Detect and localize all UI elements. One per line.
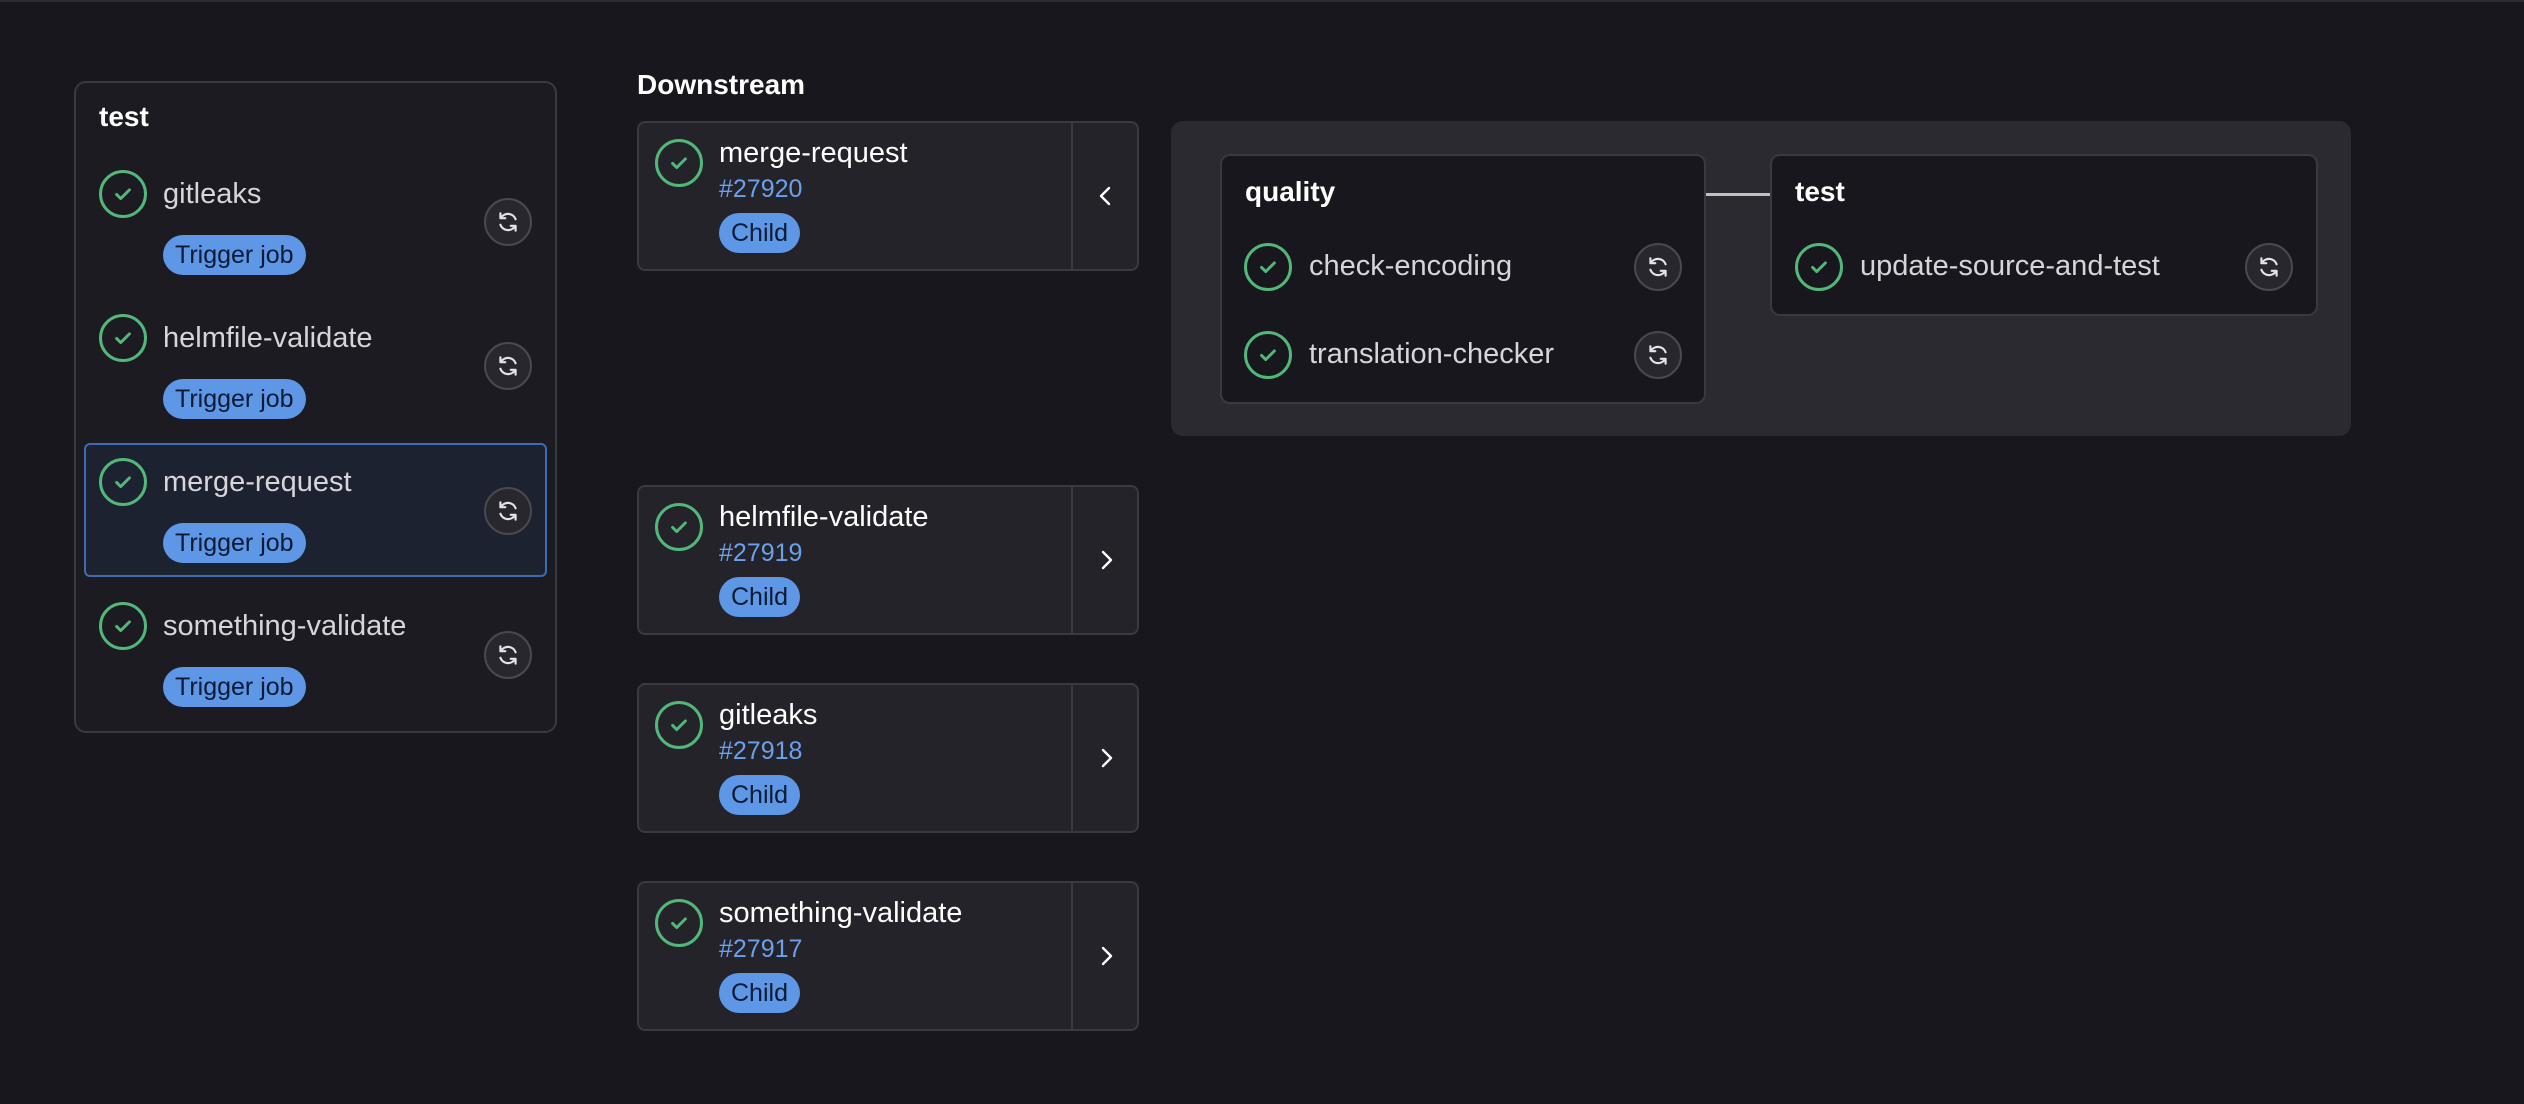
retry-icon: [499, 212, 517, 232]
trigger-job-badge: Trigger job: [163, 523, 306, 563]
expand-pipeline-button[interactable]: [1073, 487, 1139, 633]
downstream-pipeline-id-link[interactable]: #27917: [719, 935, 802, 964]
chevron-right-icon: [1101, 748, 1113, 768]
status-success-icon: [1795, 243, 1843, 291]
downstream-pipeline-id-link[interactable]: #27918: [719, 737, 802, 766]
stage-connector: [1706, 193, 1770, 196]
job-name[interactable]: something-validate: [163, 610, 406, 643]
status-success-icon: [99, 458, 147, 506]
job-name[interactable]: helmfile-validate: [163, 322, 373, 355]
chevron-left-icon: [1099, 186, 1111, 206]
job-name[interactable]: translation-checker: [1309, 338, 1554, 371]
expand-pipeline-button[interactable]: [1073, 883, 1139, 1029]
job-name[interactable]: gitleaks: [163, 178, 261, 211]
downstream-heading: Downstream: [637, 69, 806, 100]
retry-button[interactable]: [1634, 243, 1682, 291]
retry-icon: [499, 356, 517, 376]
job-name[interactable]: check-encoding: [1309, 250, 1512, 283]
retry-icon: [2260, 257, 2278, 277]
retry-icon: [1649, 257, 1667, 277]
status-success-icon: [1244, 243, 1292, 291]
retry-icon: [1649, 345, 1667, 365]
retry-button[interactable]: [1634, 331, 1682, 379]
selected-job-highlight: [84, 443, 547, 577]
trigger-job-badge: Trigger job: [163, 235, 306, 275]
retry-button[interactable]: [2245, 243, 2293, 291]
downstream-pipeline-card: helmfile-validate #27919 Child: [637, 485, 1139, 635]
downstream-pipeline-id-link[interactable]: #27920: [719, 175, 802, 204]
downstream-pipeline-name[interactable]: gitleaks: [719, 699, 817, 732]
status-success-icon: [99, 602, 147, 650]
retry-button[interactable]: [484, 487, 532, 535]
job-name[interactable]: update-source-and-test: [1860, 250, 2160, 283]
job-name[interactable]: merge-request: [163, 466, 352, 499]
stage-title: quality: [1245, 176, 1336, 207]
downstream-pipeline-card: merge-request #27920 Child: [637, 121, 1139, 271]
status-success-icon: [1244, 331, 1292, 379]
downstream-pipeline-card: gitleaks #27918 Child: [637, 683, 1139, 833]
downstream-pipeline-name[interactable]: merge-request: [719, 137, 908, 170]
stage-title: test: [99, 101, 149, 132]
stage-title: test: [1795, 176, 1845, 207]
downstream-pipeline-name[interactable]: something-validate: [719, 897, 962, 930]
child-badge: Child: [719, 775, 800, 815]
retry-button[interactable]: [484, 198, 532, 246]
status-success-icon: [655, 899, 703, 947]
status-success-icon: [655, 139, 703, 187]
child-badge: Child: [719, 577, 800, 617]
downstream-pipeline-card: something-validate #27917 Child: [637, 881, 1139, 1031]
child-badge: Child: [719, 973, 800, 1013]
retry-icon: [499, 645, 517, 665]
retry-button[interactable]: [484, 631, 532, 679]
downstream-pipeline-id-link[interactable]: #27919: [719, 539, 802, 568]
retry-icon: [499, 501, 517, 521]
collapse-pipeline-button[interactable]: [1073, 123, 1139, 269]
status-success-icon: [655, 701, 703, 749]
status-success-icon: [99, 314, 147, 362]
retry-button[interactable]: [484, 342, 532, 390]
child-badge: Child: [719, 213, 800, 253]
chevron-right-icon: [1101, 550, 1113, 570]
trigger-job-badge: Trigger job: [163, 667, 306, 707]
trigger-job-badge: Trigger job: [163, 379, 306, 419]
chevron-right-icon: [1101, 946, 1113, 966]
status-success-icon: [655, 503, 703, 551]
status-success-icon: [99, 170, 147, 218]
expand-pipeline-button[interactable]: [1073, 685, 1139, 831]
top-border: [0, 0, 2524, 2]
stage-test-child: [1770, 154, 2318, 316]
downstream-pipeline-name[interactable]: helmfile-validate: [719, 501, 929, 534]
